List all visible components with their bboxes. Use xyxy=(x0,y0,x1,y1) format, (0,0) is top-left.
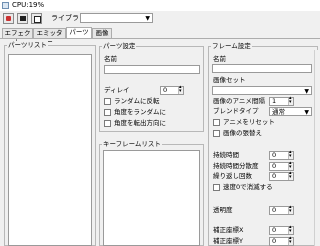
delay-stepper[interactable]: 0 xyxy=(160,85,184,95)
title-bar: CPU:19% xyxy=(0,0,320,11)
coord-x-label: 補正座標X xyxy=(213,226,244,234)
window-title: CPU:19% xyxy=(12,1,45,9)
spin-arrows-icon[interactable] xyxy=(288,171,293,180)
angle-direction-checkbox[interactable] xyxy=(104,120,111,127)
opacity-stepper[interactable]: 0 xyxy=(269,205,294,215)
app-icon xyxy=(2,2,9,9)
imageset-select[interactable]: ▼ xyxy=(212,86,312,95)
tab-emitter[interactable]: エミッター xyxy=(33,28,66,46)
part-name-label: 名前 xyxy=(104,55,117,63)
repeat-count-stepper[interactable]: 0 xyxy=(269,171,294,181)
spin-arrows-icon[interactable] xyxy=(288,225,293,234)
frame-name-input[interactable] xyxy=(212,64,312,73)
image-tile-label: 画像の張替え xyxy=(223,129,262,137)
random-flip-label: ランダムに反転 xyxy=(114,97,160,105)
new-file-icon[interactable] xyxy=(3,13,14,24)
save-icon[interactable] xyxy=(31,13,42,24)
keyframe-list-title: キーフレームリスト xyxy=(102,140,162,148)
chevron-down-icon: ▼ xyxy=(304,88,309,95)
tab-effect[interactable]: エフェクト xyxy=(2,28,33,46)
chevron-down-icon: ▼ xyxy=(145,15,150,22)
part-name-input[interactable] xyxy=(104,65,200,74)
anim-reset-label: アニメをリセット xyxy=(223,118,275,126)
anim-reset-checkbox[interactable] xyxy=(213,119,220,126)
random-angle-checkbox[interactable] xyxy=(104,109,111,116)
delay-label: ディレイ xyxy=(104,86,130,94)
tab-image[interactable]: 画像 xyxy=(92,28,112,38)
spin-arrows-icon[interactable] xyxy=(288,205,293,214)
angle-direction-label: 角度を転出方向に xyxy=(114,119,166,127)
coord-x-stepper[interactable]: 0 xyxy=(269,225,294,235)
frame-settings-title: フレーム設定 xyxy=(211,42,252,50)
chevron-down-icon: ▼ xyxy=(304,109,309,116)
frame-settings-scrollbar[interactable] xyxy=(314,50,320,246)
parts-list-title: パーツリスト xyxy=(7,41,48,49)
blend-type-select[interactable]: 通常 ▼ xyxy=(269,107,312,116)
parts-listbox[interactable] xyxy=(8,54,92,246)
opacity-label: 透明度 xyxy=(213,206,233,214)
imageset-label: 画像セット xyxy=(213,76,246,84)
keyframe-listbox[interactable] xyxy=(103,150,200,246)
repeat-count-label: 繰り返し回数 xyxy=(213,172,252,180)
toolbar xyxy=(0,11,320,27)
anim-interval-label: 画像のアニメ間隔 xyxy=(213,97,265,105)
image-tile-checkbox[interactable] xyxy=(213,130,220,137)
duration-stepper[interactable]: 0 xyxy=(269,150,294,160)
duration-variance-label: 持続時間分散度 xyxy=(213,162,259,170)
coord-y-stepper[interactable]: 0 xyxy=(269,236,294,246)
spin-arrows-icon[interactable] xyxy=(288,96,293,105)
spin-arrows-icon[interactable] xyxy=(288,236,293,245)
library-select[interactable]: ▼ xyxy=(80,13,153,23)
speed-zero-vanish-checkbox[interactable] xyxy=(213,184,220,191)
random-flip-checkbox[interactable] xyxy=(104,98,111,105)
blend-type-label: ブレンドタイプ xyxy=(213,107,259,115)
random-angle-label: 角度をランダムに xyxy=(114,108,166,116)
spin-arrows-icon[interactable] xyxy=(178,85,183,94)
spin-arrows-icon[interactable] xyxy=(288,150,293,159)
tab-parts[interactable]: パーツ xyxy=(66,27,92,38)
speed-zero-vanish-label: 速度0で消滅する xyxy=(223,183,273,191)
parts-settings-title: パーツ設定 xyxy=(102,42,137,50)
coord-y-label: 補正座標Y xyxy=(213,237,243,245)
duration-label: 持続時間 xyxy=(213,151,239,159)
frame-name-label: 名前 xyxy=(213,55,226,63)
spin-arrows-icon[interactable] xyxy=(288,161,293,170)
anim-interval-stepper[interactable]: 1 xyxy=(269,96,294,106)
open-folder-icon[interactable] xyxy=(17,13,28,24)
